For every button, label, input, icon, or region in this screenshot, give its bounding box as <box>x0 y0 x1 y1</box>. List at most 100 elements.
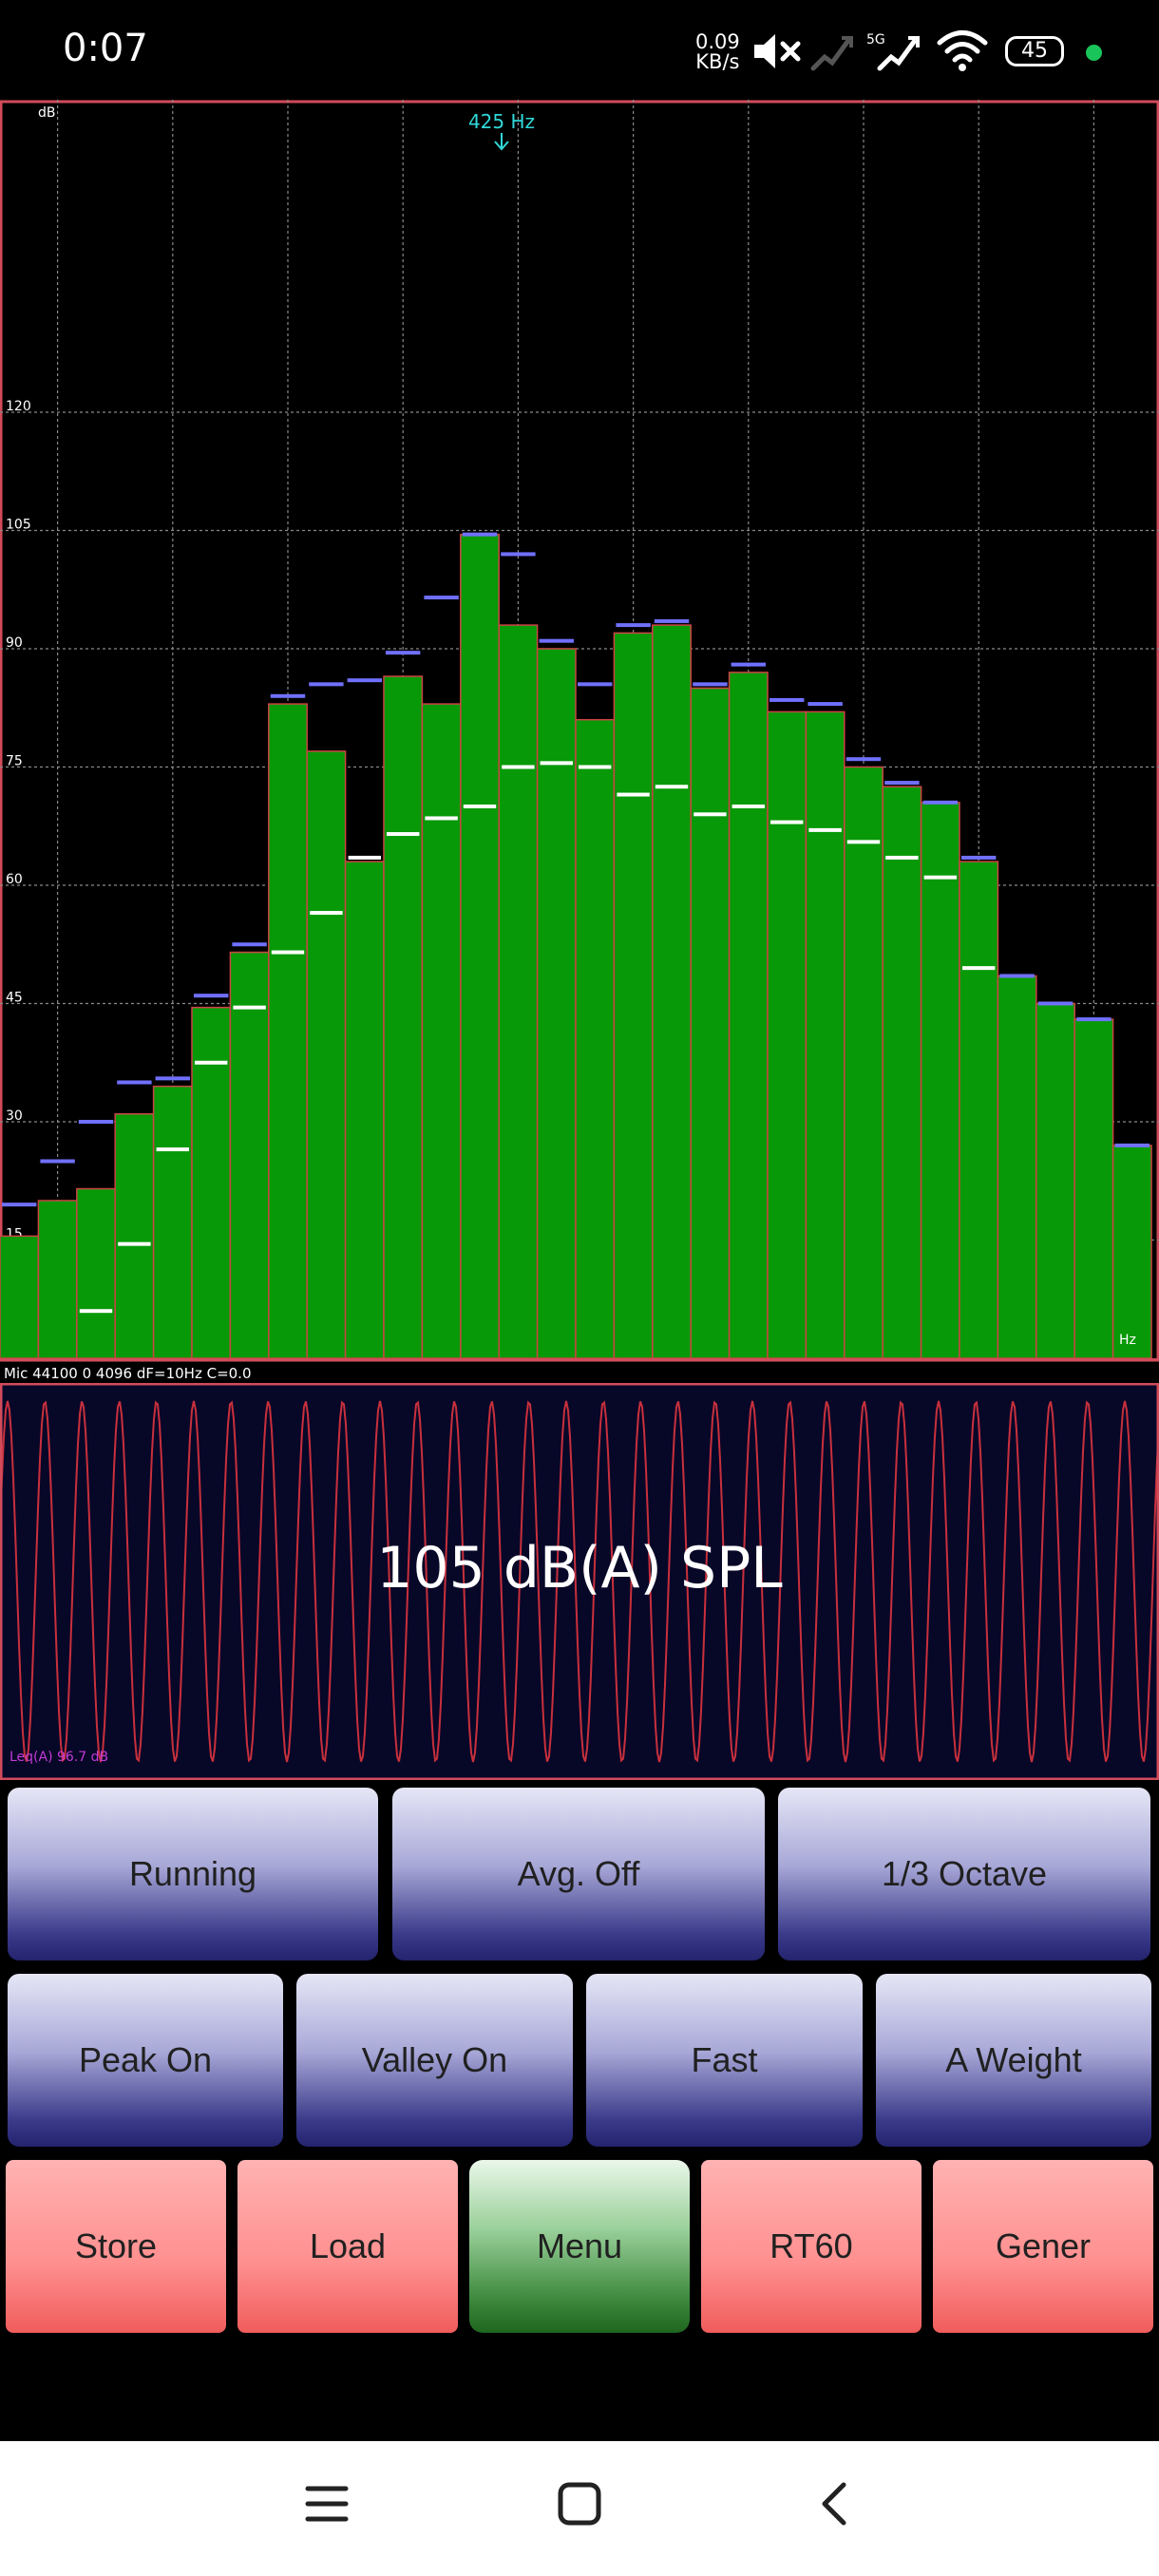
spectrum-bar <box>613 632 654 1359</box>
scope-divider <box>0 1358 1159 1361</box>
peak-marker <box>693 682 728 687</box>
valley-marker <box>770 820 804 824</box>
average-button[interactable]: Avg. Off <box>392 1788 765 1960</box>
peak-marker <box>770 697 805 702</box>
valley-marker <box>310 911 343 916</box>
running-button[interactable]: Running <box>8 1788 378 1960</box>
a-weight-button[interactable]: A Weight <box>876 1974 1151 2147</box>
peak-marker <box>922 800 958 805</box>
spectrum-bar <box>844 766 884 1359</box>
valley-marker <box>195 1060 228 1065</box>
peak-marker <box>270 693 306 698</box>
battery-icon: 45 <box>1005 36 1064 66</box>
peak-marker <box>462 532 498 537</box>
mic-info: Mic 44100 0 4096 dF=10Hz C=0.0 <box>4 1365 252 1382</box>
navigation-bar <box>0 2441 1159 2576</box>
network-rate: 0.09 KB/s <box>695 32 740 72</box>
bars <box>0 533 1152 1359</box>
y-tick-label: 75 <box>6 754 23 769</box>
peak-marker <box>117 1080 152 1085</box>
y-tick-label: 90 <box>6 635 23 651</box>
spectrum-bar <box>344 861 385 1359</box>
spectrum-bar <box>882 786 922 1359</box>
spectrum-chart[interactable]: 015304560759010512031631252505001k2k4k8k… <box>0 100 1159 1363</box>
mute-icon <box>754 34 801 68</box>
valley-marker <box>923 875 957 880</box>
menu-button[interactable]: Menu <box>469 2160 690 2333</box>
valley-button[interactable]: Valley On <box>296 1974 573 2147</box>
wifi-icon <box>937 30 988 71</box>
spectrum-bar <box>997 975 1037 1359</box>
leq-readout: Leq(A) 96.7 dB <box>10 1750 109 1765</box>
status-dot-icon <box>1086 45 1102 61</box>
y-tick-label: 120 <box>6 399 31 414</box>
valley-marker <box>271 950 305 955</box>
valley-marker <box>387 832 420 837</box>
peak-marker <box>654 618 690 623</box>
valley-marker <box>118 1241 151 1246</box>
valley-marker <box>655 785 689 789</box>
spectrum-bar <box>959 861 999 1359</box>
signal-icon <box>810 36 853 71</box>
peak-marker <box>40 1159 75 1164</box>
y-tick-label: 60 <box>6 872 23 887</box>
y-tick-label: 30 <box>6 1108 23 1124</box>
octave-button[interactable]: 1/3 Octave <box>778 1788 1150 1960</box>
valley-marker <box>885 855 919 860</box>
peak-marker <box>846 757 882 762</box>
valley-marker <box>962 966 996 971</box>
spectrum-bar <box>229 951 270 1359</box>
back-icon[interactable] <box>813 2481 859 2527</box>
spectrum-bar <box>1074 1018 1114 1359</box>
spl-readout: 105 dB(A) SPL <box>376 1535 783 1601</box>
menu-icon[interactable] <box>304 2481 350 2527</box>
spectrum-bar <box>421 703 462 1359</box>
peak-marker <box>884 781 920 786</box>
peak-marker <box>999 974 1035 978</box>
status-time: 0:07 <box>63 27 148 70</box>
marker-frequency-label: 425 Hz <box>468 110 535 133</box>
spectrum-bar <box>575 718 616 1359</box>
fast-button[interactable]: Fast <box>586 1974 863 2147</box>
spectrum-bar <box>383 675 424 1359</box>
spectrum-bar <box>690 687 731 1359</box>
peak-marker <box>1114 1143 1150 1147</box>
spectrum-bar <box>191 1006 232 1359</box>
network-rate-value: 0.09 <box>695 30 740 53</box>
spectrum-bar <box>152 1085 193 1359</box>
generator-button[interactable]: Gener <box>933 2160 1153 2333</box>
valley-marker <box>233 1005 266 1010</box>
peak-button[interactable]: Peak On <box>8 1974 283 2147</box>
valley-marker <box>348 855 381 860</box>
peak-marker <box>232 942 267 947</box>
rt60-button[interactable]: RT60 <box>701 2160 922 2333</box>
spectrum-bar <box>805 710 846 1359</box>
valley-marker <box>463 805 497 808</box>
y-tick-label: 45 <box>6 991 23 1006</box>
frequency-marker[interactable]: 425 Hz <box>468 110 535 151</box>
valley-marker <box>540 761 573 766</box>
signal-5g-icon <box>877 36 920 71</box>
peak-marker <box>347 678 382 683</box>
peak-marker <box>616 623 651 628</box>
spectrum-bar <box>920 802 960 1359</box>
spectrum-bar <box>1036 1002 1075 1359</box>
peak-marker <box>961 855 997 860</box>
store-button[interactable]: Store <box>6 2160 226 2333</box>
y-axis-label: dB <box>38 105 56 121</box>
load-button[interactable]: Load <box>238 2160 458 2333</box>
status-bar: 0:07 0.09 KB/s 5G 45 <box>0 0 1159 100</box>
home-icon[interactable] <box>557 2481 602 2527</box>
spectrum-bar <box>306 750 347 1359</box>
valley-marker <box>732 805 765 808</box>
peak-marker <box>1076 1017 1112 1022</box>
peak-marker <box>155 1076 190 1081</box>
spectrum-bar <box>268 703 308 1359</box>
peak-marker <box>731 662 766 667</box>
valley-marker <box>79 1309 113 1314</box>
valley-marker <box>846 840 881 844</box>
valley-marker <box>694 812 727 817</box>
peak-marker <box>1037 1001 1074 1006</box>
spectrum-bar <box>728 672 769 1359</box>
spectrum-bar <box>1112 1145 1152 1359</box>
